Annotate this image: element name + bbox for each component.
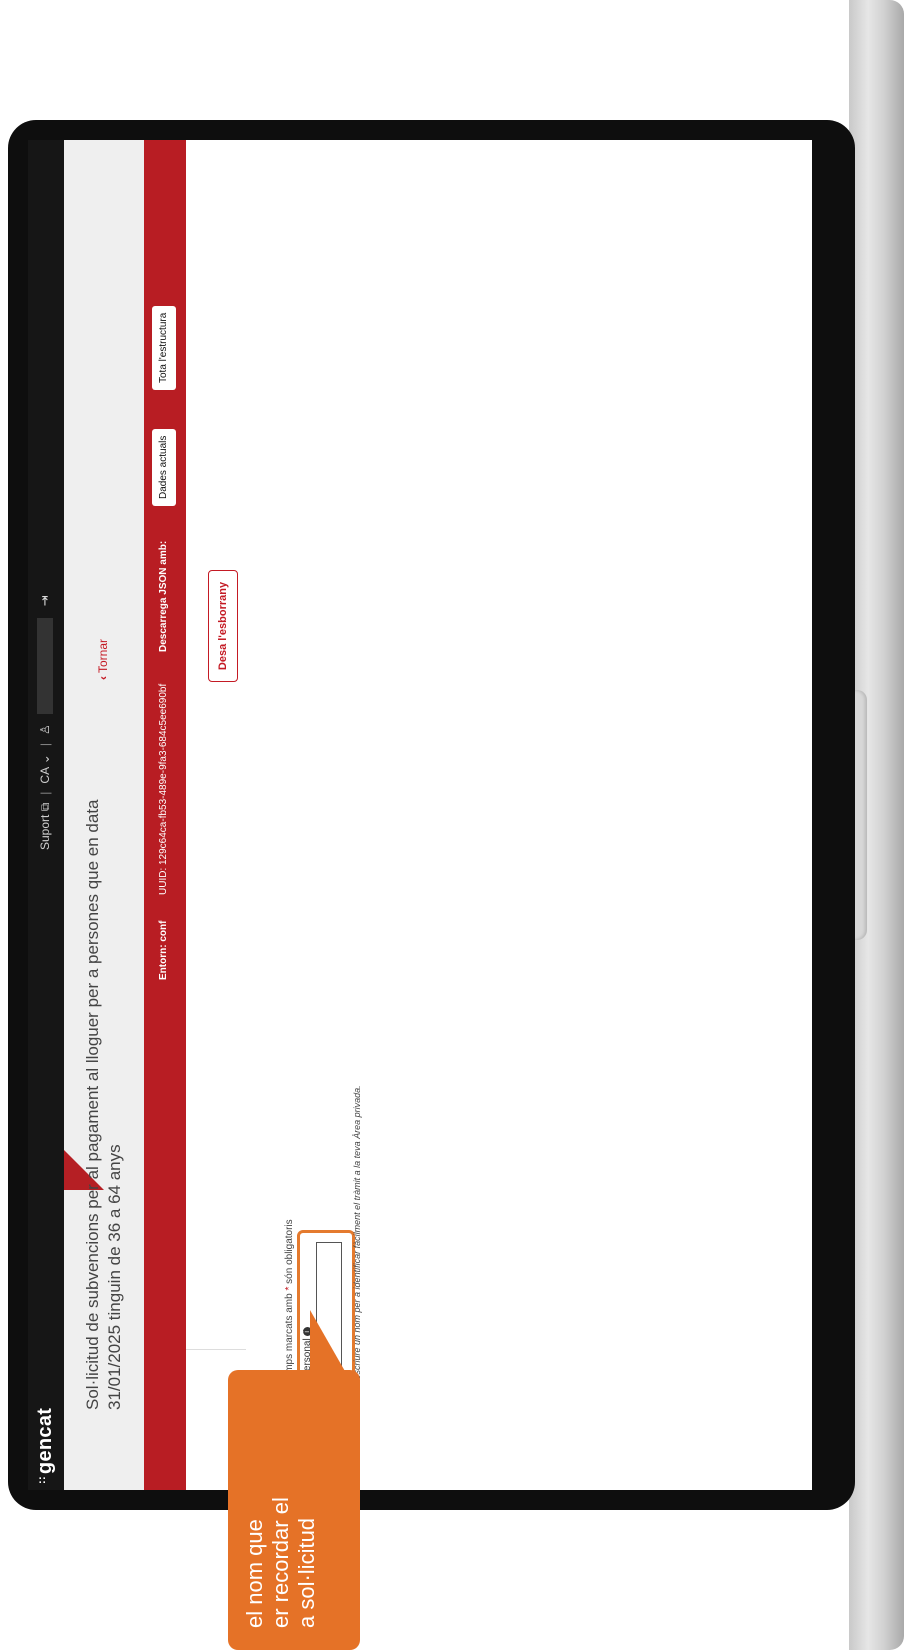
callout-line2: er recordar el xyxy=(268,1497,293,1628)
callout-box: el nom que er recordar el a sol·licitud xyxy=(228,1370,360,1650)
callout-pointer xyxy=(310,1310,350,1380)
callout-line3: a sol·licitud xyxy=(294,1517,319,1628)
callout-layer: el nom que er recordar el a sol·licitud xyxy=(0,0,904,1650)
callout-line1: el nom que xyxy=(242,1519,267,1628)
callout-rotated: el nom que er recordar el a sol·licitud xyxy=(0,0,904,1650)
